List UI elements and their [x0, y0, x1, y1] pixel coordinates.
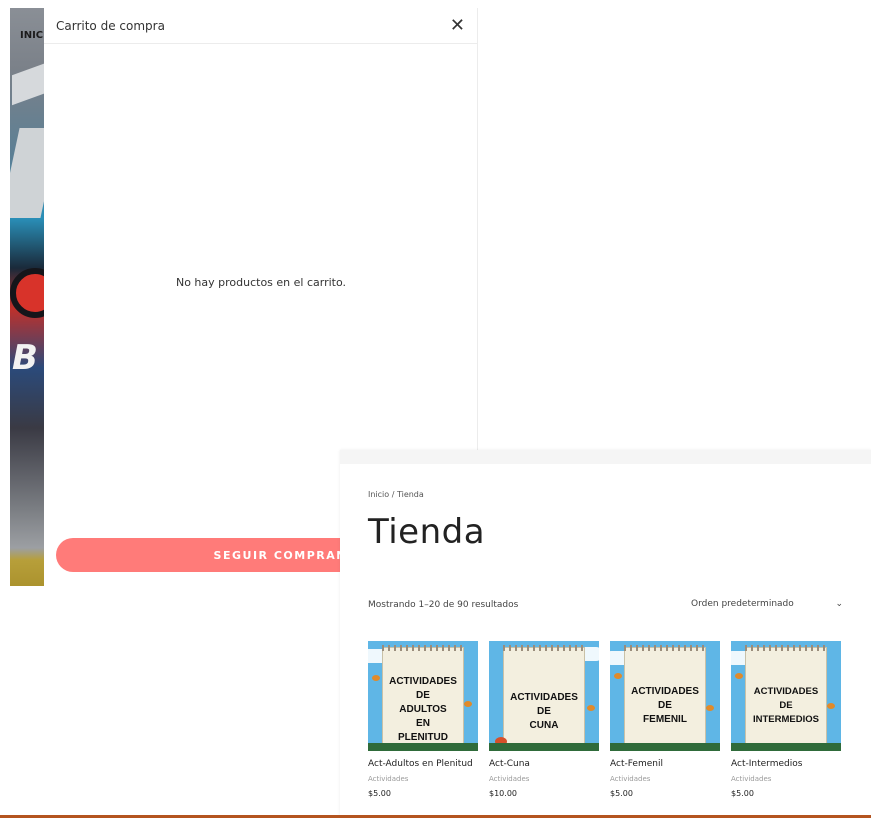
- screen: B INIC Carrito de compra ✕ No hay produc…: [0, 0, 871, 820]
- notebook-rings-graphic: [624, 645, 706, 651]
- product-image-text-line: EN: [416, 718, 430, 729]
- product-name[interactable]: Act-Femenil: [610, 759, 720, 769]
- background-graphic: [10, 268, 44, 318]
- product-image[interactable]: ACTIVIDADES DE CUNA: [489, 641, 599, 751]
- product-image-text: ACTIVIDADES DE ADULTOS EN PLENITUD: [382, 675, 464, 745]
- butterfly-icon: [735, 673, 743, 679]
- orderby-selected-value: Orden predeterminado: [691, 599, 794, 609]
- product-grid: ACTIVIDADES DE ADULTOS EN PLENITUD Act-A…: [368, 641, 841, 798]
- product-image-text-line: FEMENIL: [643, 714, 687, 725]
- background-site: B INIC: [10, 8, 44, 586]
- product-image-text: ACTIVIDADES DE CUNA: [503, 691, 585, 733]
- product-card[interactable]: ACTIVIDADES DE FEMENIL Act-Femenil Activ…: [610, 641, 720, 798]
- product-image-text-line: CUNA: [529, 720, 559, 731]
- product-image-text-line: DE: [779, 700, 793, 711]
- product-name[interactable]: Act-Adultos en Plenitud: [368, 759, 478, 769]
- background-nav-link[interactable]: INIC: [20, 30, 43, 41]
- product-image-text-line: ACTIVIDADES: [631, 686, 699, 697]
- product-category: Actividades: [731, 775, 772, 783]
- page-title: Tienda: [368, 512, 486, 552]
- breadcrumb[interactable]: Inicio / Tienda: [368, 490, 424, 499]
- butterfly-icon: [614, 673, 622, 679]
- product-image-text-line: ACTIVIDADES: [510, 692, 578, 703]
- background-graphic: B: [12, 338, 38, 378]
- close-icon[interactable]: ✕: [450, 16, 465, 35]
- butterfly-icon: [827, 703, 835, 709]
- product-image-text-line: ACTIVIDADES: [753, 686, 819, 697]
- product-name[interactable]: Act-Intermedios: [731, 759, 841, 769]
- product-image-text-line: DE: [416, 690, 430, 701]
- grass-graphic: [368, 743, 478, 751]
- cart-header: Carrito de compra ✕: [44, 8, 477, 44]
- butterfly-icon: [464, 701, 472, 707]
- product-image-text-line: INTERMEDIOS: [753, 714, 819, 725]
- product-image-text-line: ACTIVIDADES: [389, 676, 457, 687]
- chevron-down-icon: ⌄: [835, 599, 843, 609]
- butterfly-icon: [706, 705, 714, 711]
- bottom-accent-line: [0, 815, 871, 818]
- cart-empty-message: No hay productos en el carrito.: [175, 276, 347, 289]
- orderby-select[interactable]: Orden predeterminado ⌄: [691, 599, 843, 609]
- product-category: Actividades: [610, 775, 651, 783]
- product-image[interactable]: ACTIVIDADES DE INTERMEDIOS: [731, 641, 841, 751]
- product-image[interactable]: ACTIVIDADES DE ADULTOS EN PLENITUD: [368, 641, 478, 751]
- product-category: Actividades: [489, 775, 530, 783]
- butterfly-icon: [372, 675, 380, 681]
- product-card[interactable]: ACTIVIDADES DE ADULTOS EN PLENITUD Act-A…: [368, 641, 478, 798]
- product-image[interactable]: ACTIVIDADES DE FEMENIL: [610, 641, 720, 751]
- product-price: $5.00: [731, 789, 754, 798]
- grass-graphic: [610, 743, 720, 751]
- product-image-text-line: ADULTOS: [399, 704, 447, 715]
- grass-graphic: [731, 743, 841, 751]
- product-image-text: ACTIVIDADES DE INTERMEDIOS: [745, 685, 827, 727]
- product-card[interactable]: ACTIVIDADES DE CUNA Act-Cuna Actividades…: [489, 641, 599, 798]
- product-name[interactable]: Act-Cuna: [489, 759, 599, 769]
- product-price: $5.00: [368, 789, 391, 798]
- product-price: $10.00: [489, 789, 517, 798]
- notebook-rings-graphic: [503, 645, 585, 651]
- product-image-text: ACTIVIDADES DE FEMENIL: [624, 685, 706, 727]
- product-card[interactable]: ACTIVIDADES DE INTERMEDIOS Act-Intermedi…: [731, 641, 841, 798]
- notebook-rings-graphic: [382, 645, 464, 651]
- grass-graphic: [489, 743, 599, 751]
- butterfly-icon: [587, 705, 595, 711]
- product-image-text-line: DE: [658, 700, 672, 711]
- notebook-rings-graphic: [745, 645, 827, 651]
- cart-title: Carrito de compra: [56, 18, 165, 33]
- result-count: Mostrando 1–20 de 90 resultados: [368, 600, 519, 610]
- product-image-text-line: DE: [537, 706, 551, 717]
- product-price: $5.00: [610, 789, 633, 798]
- shop-page: Inicio / Tienda Tienda Mostrando 1–20 de…: [340, 450, 871, 816]
- background-graphic: [12, 60, 44, 106]
- product-category: Actividades: [368, 775, 409, 783]
- background-graphic: [10, 128, 44, 218]
- shop-topbar: [340, 450, 871, 464]
